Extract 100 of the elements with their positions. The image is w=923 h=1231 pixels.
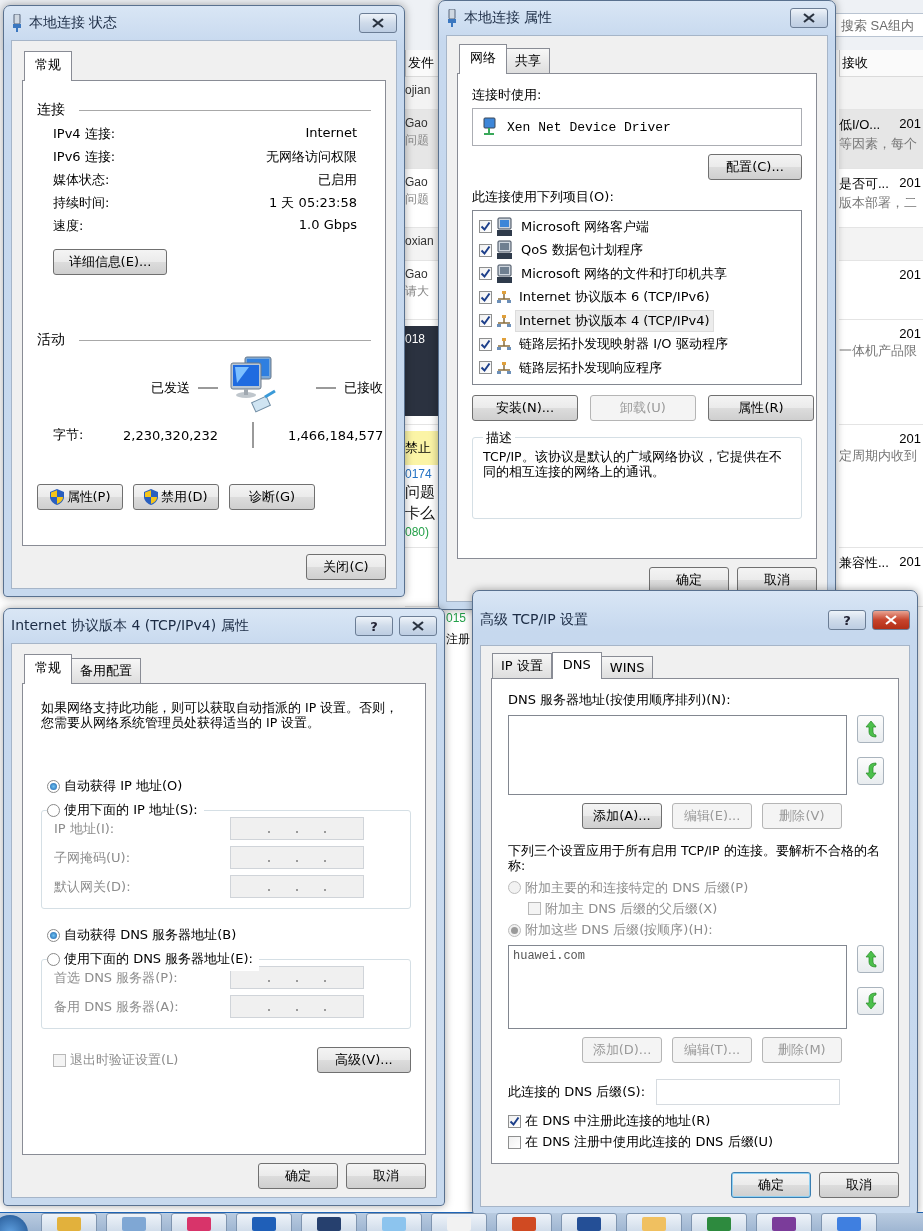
message-text: 注册 xyxy=(446,631,470,648)
network-plug-icon xyxy=(11,14,23,32)
move-down-button[interactable] xyxy=(857,757,884,785)
message-preview: 一体机产品限 xyxy=(839,343,918,360)
checkbox[interactable] xyxy=(479,220,492,234)
list-label: DNS 服务器地址(按使用顺序排列)(N): xyxy=(508,691,732,709)
item-button[interactable]: 属性(R) xyxy=(708,394,814,421)
info-value: 已启用 xyxy=(317,171,357,189)
checkbox[interactable] xyxy=(508,1114,521,1128)
message-row[interactable]: 低I/O... 201 等因素，每个 xyxy=(839,110,923,169)
sent-bytes: 2,230,320,232 xyxy=(123,427,219,443)
action-button[interactable]: 诊断(G) xyxy=(229,484,315,510)
close-button[interactable] xyxy=(399,616,437,636)
checkbox[interactable] xyxy=(479,314,492,328)
taskbar-button[interactable] xyxy=(496,1213,552,1231)
tab[interactable]: 常规 xyxy=(24,51,72,81)
dialog-button[interactable]: 取消 xyxy=(737,567,817,593)
dialog-button[interactable]: 确定 xyxy=(649,567,729,593)
search-field[interactable]: 搜索 SA组内 xyxy=(834,13,923,37)
list-item[interactable]: Microsoft 网络客户端 xyxy=(518,216,653,237)
message-preview: 等因素，每个 xyxy=(839,136,918,153)
app-icon xyxy=(512,1217,536,1231)
window-title: 高级 TCP/IP 设置 xyxy=(480,611,590,629)
dialog-button[interactable]: 确定 xyxy=(258,1163,338,1189)
tab[interactable]: DNS xyxy=(551,652,602,679)
tab[interactable]: IP 设置 xyxy=(492,653,552,678)
tab[interactable]: 常规 xyxy=(24,654,72,684)
action-button[interactable]: 禁用(D) xyxy=(133,484,219,510)
tab[interactable]: 备用配置 xyxy=(71,658,141,683)
info-value: 1.0 Gbps xyxy=(297,217,357,234)
checkbox[interactable] xyxy=(479,267,492,281)
list-item[interactable]: Internet 协议版本 4 (TCP/IPv4) xyxy=(516,310,713,331)
move-down-button[interactable] xyxy=(857,986,884,1015)
list-item[interactable]: QoS 数据包计划程序 xyxy=(518,240,646,261)
message-text: 问题 xyxy=(405,191,430,208)
radio-button[interactable] xyxy=(47,779,60,793)
checkbox[interactable] xyxy=(508,1135,521,1149)
radio-button[interactable] xyxy=(47,952,60,966)
column-header[interactable]: 接收 xyxy=(839,50,923,77)
app-icon xyxy=(382,1217,406,1231)
message-date: 201 xyxy=(899,267,921,282)
column-header[interactable]: 发件 xyxy=(405,50,438,77)
dialog-button[interactable]: 确定 xyxy=(731,1172,811,1198)
list-item[interactable]: Microsoft 网络的文件和打印机共享 xyxy=(518,263,731,284)
dns-server-list[interactable] xyxy=(508,715,847,795)
help-button[interactable]: ? xyxy=(355,616,393,636)
taskbar-button[interactable] xyxy=(236,1213,292,1231)
dns-suffix-field[interactable] xyxy=(656,1078,840,1105)
network-icon xyxy=(496,360,512,375)
checkbox[interactable] xyxy=(53,1053,66,1067)
section-heading: 连接 xyxy=(37,101,65,119)
item-button[interactable]: 安装(N)... xyxy=(472,394,578,421)
message-text: Gao xyxy=(405,175,429,189)
checkbox[interactable] xyxy=(479,290,492,304)
message-text: Gao xyxy=(405,116,429,130)
arrow-down-icon xyxy=(864,991,877,1010)
details-button[interactable]: 详细信息(E)... xyxy=(53,249,167,275)
info-label: 速度: xyxy=(53,217,85,235)
checkbox[interactable] xyxy=(479,243,492,257)
radio-label: 附加这些 DNS 后缀(按顺序)(H): xyxy=(525,921,713,939)
action-button[interactable]: 属性(P) xyxy=(37,484,123,510)
list-item[interactable]: Internet 协议版本 6 (TCP/IPv6) xyxy=(516,287,713,308)
radio-button[interactable] xyxy=(47,928,60,942)
tab[interactable]: WINS xyxy=(600,656,654,678)
list-item[interactable]: 链路层拓扑发现响应程序 xyxy=(516,357,665,378)
list-item[interactable]: huawei.com xyxy=(513,948,842,963)
checkbox[interactable] xyxy=(479,337,492,351)
configure-button[interactable]: 配置(C)... xyxy=(708,154,802,180)
taskbar-button[interactable] xyxy=(756,1213,812,1231)
message-row[interactable]: oxian xyxy=(405,228,438,261)
taskbar-button[interactable] xyxy=(301,1213,357,1231)
field-label: IP 地址(I): xyxy=(54,819,115,838)
radio-button[interactable] xyxy=(47,803,60,817)
list-item[interactable]: 链路层拓扑发现映射器 I/O 驱动程序 xyxy=(516,334,731,355)
message-text: ojian xyxy=(405,83,432,97)
taskbar-button[interactable] xyxy=(691,1213,747,1231)
message-row[interactable]: ojian xyxy=(405,77,438,110)
app-icon xyxy=(57,1217,81,1231)
list-button[interactable]: 添加(A)... xyxy=(582,803,662,829)
tab[interactable]: 共享 xyxy=(506,48,550,73)
help-button[interactable]: ? xyxy=(828,610,866,630)
computer-icon xyxy=(496,263,514,284)
taskbar-button[interactable] xyxy=(561,1213,617,1231)
close-icon xyxy=(885,615,897,625)
close-dialog-button[interactable]: 关闭(C) xyxy=(306,554,386,580)
dialog-button[interactable]: 取消 xyxy=(346,1163,426,1189)
close-button[interactable] xyxy=(359,13,397,33)
close-button[interactable] xyxy=(872,610,910,630)
checkbox[interactable] xyxy=(479,361,492,375)
radio-label: 附加主要的和连接特定的 DNS 后缀(P) xyxy=(525,878,749,897)
message-row[interactable]: Gao 问题 xyxy=(405,110,438,169)
move-up-button[interactable] xyxy=(857,944,884,973)
taskbar-button[interactable] xyxy=(171,1213,227,1231)
close-button[interactable] xyxy=(790,8,828,28)
dialog-button[interactable]: 取消 xyxy=(819,1172,899,1198)
move-up-button[interactable] xyxy=(857,715,884,743)
tab[interactable]: 网络 xyxy=(459,44,507,74)
message-text: 问题 xyxy=(405,132,430,149)
network-icon xyxy=(496,290,512,305)
advanced-button[interactable]: 高级(V)... xyxy=(317,1047,411,1073)
